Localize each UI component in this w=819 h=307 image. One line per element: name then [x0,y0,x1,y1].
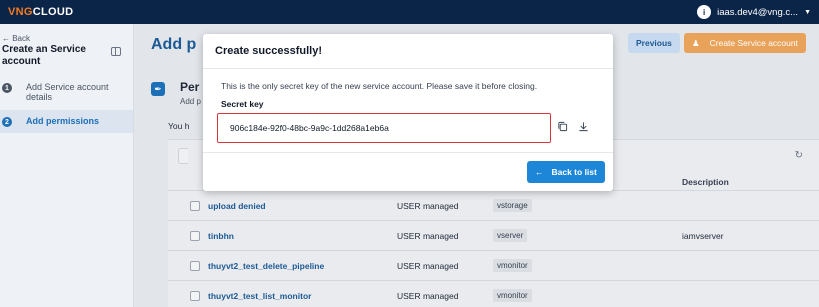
table-row: thuyvt2_test_delete_pipeline USER manage… [168,250,819,280]
policy-type: USER managed [397,230,459,241]
modal-divider [203,68,613,69]
step-number: 2 [2,117,12,127]
row-checkbox[interactable] [190,260,200,271]
modal-title: Create successfully! [215,45,322,57]
user-avatar: i [697,5,712,19]
service-tag: vserver [493,229,528,242]
logo-part-vng: VNG [8,6,33,18]
success-modal: Create successfully! This is the only se… [203,34,613,191]
user-add-icon: ♟ [692,37,700,48]
step-label: Add permissions [26,116,100,126]
selection-summary: You h [168,121,190,131]
sidebar-title: Create an Service account [2,44,86,67]
modal-message: This is the only secret key of the new s… [221,81,538,91]
policy-name-link[interactable]: tinbhn [208,231,234,241]
collapse-sidebar-icon[interactable] [111,47,121,56]
copy-icon[interactable] [557,121,568,132]
logo-part-cloud: CLOUD [32,6,74,18]
policy-description: iamvserver [682,230,724,241]
column-header-description: Description [682,177,729,187]
permission-icon: ✒ [151,82,165,96]
policy-name-link[interactable]: thuyvt2_test_list_monitor [208,291,311,301]
policy-type: USER managed [397,200,459,211]
secret-key-field[interactable]: 906c184e-92f0-48bc-9a9c-1dd268a1eb6a [217,113,551,143]
table-row: thuyvt2_test_list_monitor USER managed v… [168,280,819,307]
user-menu[interactable]: i iaas.dev4@vng.c... ▼ [697,5,811,19]
arrow-left-icon: ← [535,167,544,177]
step-label: Add Service account details [26,82,109,102]
section-title: Per [180,80,200,94]
row-checkbox[interactable] [190,200,200,211]
policy-name-link[interactable]: thuyvt2_test_delete_pipeline [208,261,324,271]
create-label: Create Service account [709,38,798,48]
top-navbar: VNGCLOUD i iaas.dev4@vng.c... ▼ [0,0,819,24]
service-tag: vmonitor [493,259,532,272]
policy-type: USER managed [397,290,459,301]
policy-type: USER managed [397,260,459,271]
step-number: 1 [2,83,12,93]
modal-footer-divider [203,152,613,153]
secret-key-value: 906c184e-92f0-48bc-9a9c-1dd268a1eb6a [230,123,389,133]
chevron-down-icon: ▼ [804,8,811,16]
search-input[interactable] [178,148,188,164]
back-to-list-label: Back to list [551,167,597,177]
service-tag: vstorage [493,199,532,212]
row-checkbox[interactable] [190,290,200,301]
sidebar: ← Back Create an Service account 1 Add S… [0,24,134,307]
table-row: tinbhn USER managed vserver iamvserver [168,220,819,250]
refresh-icon[interactable]: ↻ [795,150,803,161]
page-title: Add p [151,36,197,53]
step-add-details[interactable]: 1 Add Service account details [0,76,133,108]
section-subtitle: Add p [180,97,201,106]
row-checkbox[interactable] [190,230,200,241]
previous-button[interactable]: Previous [628,33,680,53]
back-to-list-button[interactable]: ← Back to list [527,161,605,183]
vng-cloud-logo[interactable]: VNGCLOUD [8,6,73,18]
user-email: iaas.dev4@vng.c... [717,6,799,18]
service-tag: vmonitor [493,289,532,302]
back-link[interactable]: ← Back [0,34,133,43]
download-icon[interactable] [578,121,589,132]
policy-name-link[interactable]: upload denied [208,201,266,211]
table-row: upload denied USER managed vstorage [168,190,819,220]
step-add-permissions[interactable]: 2 Add permissions [0,110,133,133]
secret-key-label: Secret key [221,99,264,109]
create-service-account-button[interactable]: ♟ Create Service account [684,33,806,53]
